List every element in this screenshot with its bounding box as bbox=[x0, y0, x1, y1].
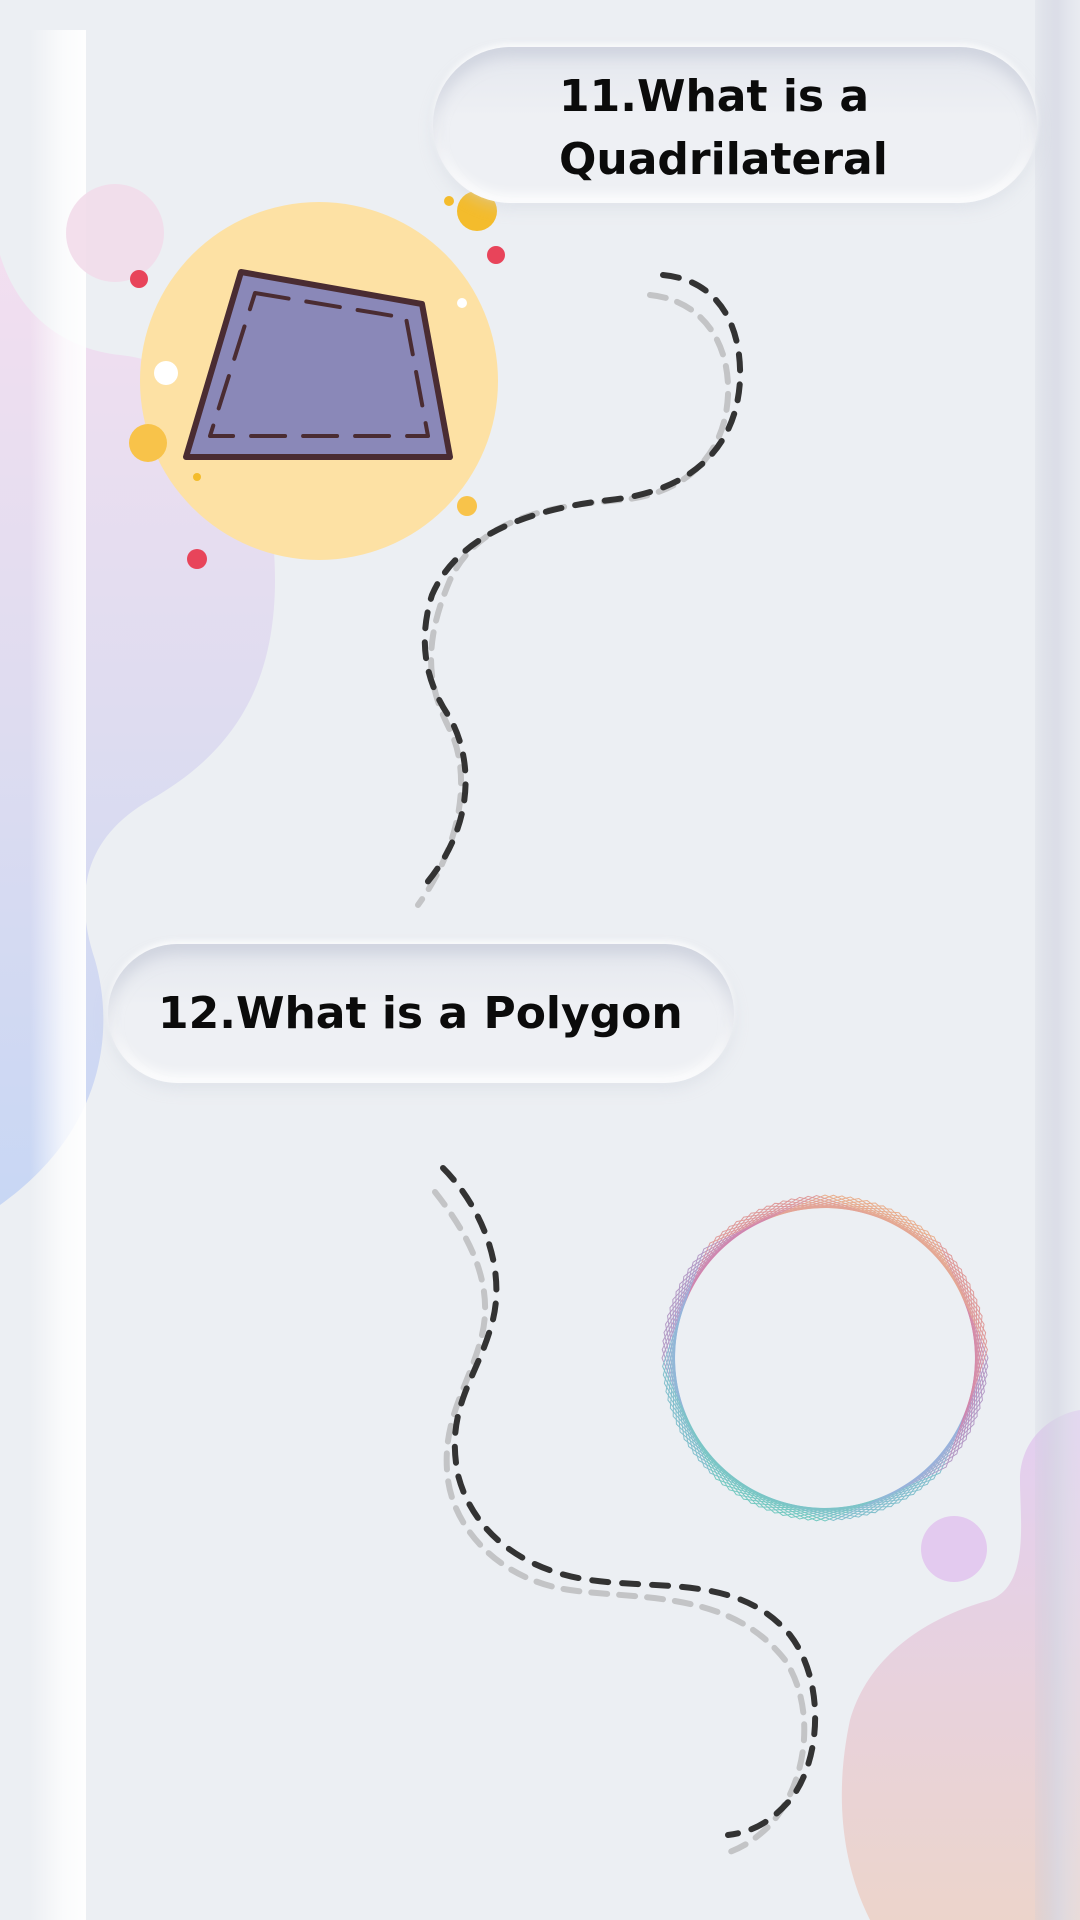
right-edge-shade bbox=[1035, 0, 1080, 1920]
question-12-title-pill: 12.What is a Polygon bbox=[108, 944, 734, 1083]
question-12-title: 12.What is a Polygon bbox=[158, 988, 683, 1039]
octagon-spirograph-icon bbox=[661, 1194, 989, 1522]
slide: 11.What is a Quadrilateral 12.What is a … bbox=[0, 0, 1080, 1920]
left-edge-highlight bbox=[30, 30, 86, 1920]
question-11-title-line-1: 11.What is a bbox=[559, 71, 870, 122]
lavender-dot bbox=[921, 1516, 987, 1582]
dashed-path-2 bbox=[432, 1165, 819, 1858]
question-11-title-pill: 11.What is a Quadrilateral bbox=[433, 47, 1037, 203]
question-11-title-line-2: Quadrilateral bbox=[559, 134, 888, 185]
